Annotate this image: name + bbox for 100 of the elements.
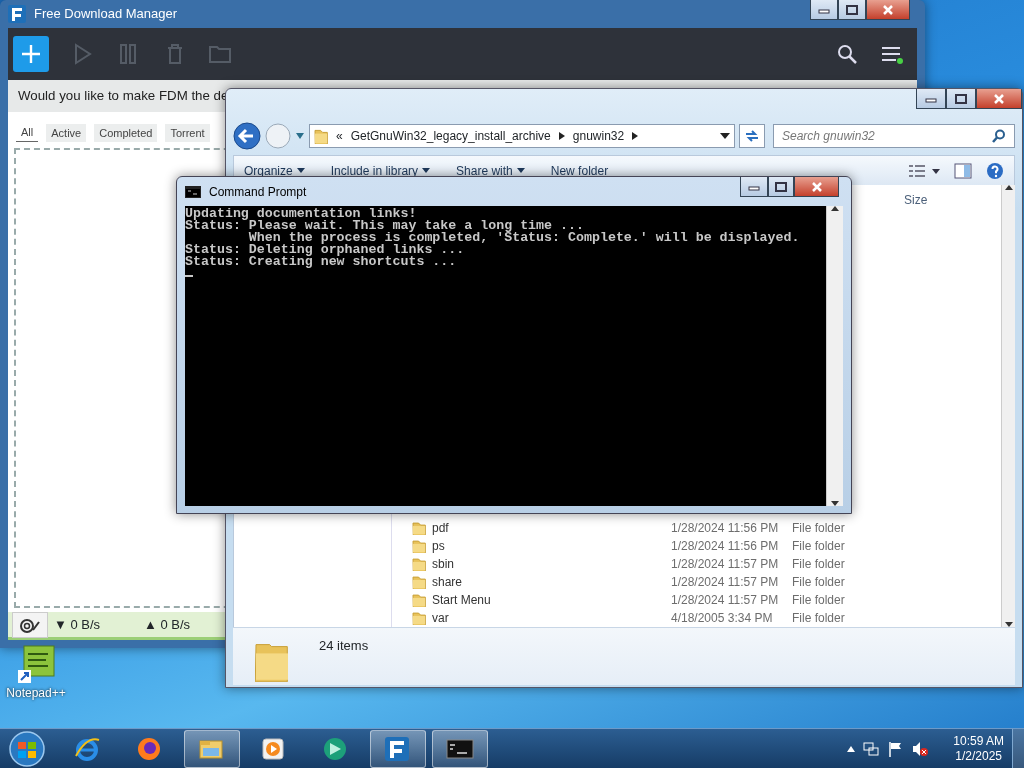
search-placeholder: Search gnuwin32 xyxy=(782,128,876,145)
chevron-icon xyxy=(558,132,565,140)
view-options-icon[interactable] xyxy=(908,163,940,178)
search-field[interactable]: Search gnuwin32 xyxy=(773,124,1015,148)
taskbar-button[interactable] xyxy=(432,729,488,768)
file-type: File folder xyxy=(792,556,845,573)
filter-tab[interactable]: Torrent xyxy=(165,123,210,142)
file-date: 1/28/2024 11:56 PM xyxy=(671,520,780,537)
folder-icon xyxy=(412,575,426,589)
file-type: File folder xyxy=(792,610,845,627)
help-icon[interactable] xyxy=(986,161,1004,180)
filter-tab[interactable]: All xyxy=(16,122,39,142)
clock[interactable]: 10:59 AM 1/2/2025 xyxy=(953,733,1004,764)
close-button[interactable] xyxy=(866,0,910,20)
file-type: File folder xyxy=(792,538,845,555)
speaker-muted-icon[interactable] xyxy=(911,740,930,757)
scrollbar[interactable] xyxy=(1001,185,1015,627)
speed-mode-button[interactable] xyxy=(12,611,48,638)
console-line: When the process is completed, 'Status: Complete.' will be displayed. xyxy=(247,232,801,244)
text-cursor xyxy=(185,275,193,277)
upload-speed: ▲ 0 B/s xyxy=(144,615,191,634)
maximize-icon xyxy=(845,3,859,16)
start-button[interactable] xyxy=(8,729,46,768)
file-name[interactable]: ps xyxy=(432,537,671,555)
maximize-button[interactable] xyxy=(838,0,866,20)
file-name[interactable]: sbin xyxy=(432,555,671,573)
minimize-button[interactable] xyxy=(740,177,768,197)
column-header[interactable]: Size xyxy=(904,191,928,211)
search-icon[interactable] xyxy=(837,44,857,64)
folder-icon xyxy=(314,128,328,144)
browser-icon xyxy=(74,735,102,762)
download-speed: ▼ 0 B/s xyxy=(54,615,102,634)
close-icon xyxy=(809,180,824,193)
filter-tab[interactable]: Completed xyxy=(94,123,158,142)
file-date: 1/28/2024 11:56 PM xyxy=(671,538,780,555)
file-name[interactable]: Start Menu xyxy=(432,591,671,609)
address-bar[interactable]: « GetGnuWin32_legacy_install_archive gnuwin32 xyxy=(309,124,735,148)
taskbar-button[interactable] xyxy=(370,729,426,768)
refresh-icon xyxy=(744,129,760,143)
flag-icon[interactable] xyxy=(887,740,904,757)
preview-pane-icon[interactable] xyxy=(954,162,972,179)
console-icon xyxy=(185,185,201,198)
folder-icon xyxy=(412,521,426,535)
add-button[interactable] xyxy=(13,36,49,72)
toolbar-button[interactable]: Include in library xyxy=(320,161,441,180)
file-date: 1/28/2024 11:57 PM xyxy=(671,574,780,591)
back-button[interactable] xyxy=(233,122,261,150)
file-date: 1/28/2024 11:57 PM xyxy=(671,592,780,609)
history-dropdown-icon[interactable] xyxy=(295,132,305,140)
file-date: 4/18/2005 3:34 PM xyxy=(671,610,774,627)
menu-icon[interactable] xyxy=(881,44,903,64)
toolbar-button[interactable]: Organize xyxy=(234,161,315,180)
window-title: Command Prompt xyxy=(209,183,307,201)
breadcrumb-item[interactable]: GetGnuWin32_legacy_install_archive xyxy=(350,127,551,145)
close-button[interactable] xyxy=(976,89,1022,109)
toolbar-button[interactable]: Share with xyxy=(446,161,535,180)
taskbar-button[interactable] xyxy=(184,729,240,768)
folder-icon xyxy=(412,611,426,625)
app-logo-icon xyxy=(8,5,26,23)
dropdown-icon[interactable] xyxy=(720,133,730,139)
file-date: 1/28/2024 11:57 PM xyxy=(671,556,780,573)
trash-icon xyxy=(165,43,185,65)
breadcrumb-item[interactable]: gnuwin32 xyxy=(572,127,625,145)
file-type: File folder xyxy=(792,574,845,591)
plus-icon xyxy=(21,44,41,64)
close-icon xyxy=(881,3,895,16)
file-type: File folder xyxy=(792,592,845,609)
file-type: File folder xyxy=(792,520,845,537)
console-line: Status: Creating new shortcuts ... xyxy=(185,256,458,268)
overflow-chevron[interactable]: « xyxy=(336,127,343,145)
filter-tab[interactable]: Active xyxy=(46,123,87,142)
file-name[interactable]: share xyxy=(432,573,671,591)
maximize-button[interactable] xyxy=(946,89,976,109)
tray-chevron-icon[interactable] xyxy=(847,745,856,752)
close-button[interactable] xyxy=(794,177,839,197)
folder-icon xyxy=(412,557,426,571)
console-line: Updating documentation links! xyxy=(185,208,418,220)
file-name[interactable]: pdf xyxy=(432,519,671,537)
folder-icon xyxy=(412,539,426,553)
console-line: Status: Please wait. This may take a long time ... xyxy=(185,220,584,232)
chevron-icon xyxy=(632,132,639,140)
snail-icon xyxy=(19,617,41,634)
minimize-button[interactable] xyxy=(916,89,946,109)
toolbar-button[interactable]: New folder xyxy=(540,161,619,180)
refresh-button[interactable] xyxy=(739,124,765,148)
close-icon xyxy=(992,92,1006,105)
folder-icon xyxy=(412,593,426,607)
minimize-button[interactable] xyxy=(810,0,838,20)
maximize-icon xyxy=(774,180,788,193)
network-icon[interactable] xyxy=(863,740,880,757)
notepad-icon xyxy=(16,644,56,684)
console-line: Status: Deleting orphaned links ... xyxy=(185,244,465,256)
scrollbar[interactable] xyxy=(826,206,843,506)
window-title: Free Download Manager xyxy=(34,5,178,24)
item-count: 24 items xyxy=(319,637,369,655)
show-desktop-button[interactable] xyxy=(1012,728,1024,768)
file-name[interactable]: var xyxy=(432,609,671,627)
app-logo-icon xyxy=(384,735,412,762)
maximize-button[interactable] xyxy=(768,177,794,197)
maximize-icon xyxy=(954,92,968,105)
